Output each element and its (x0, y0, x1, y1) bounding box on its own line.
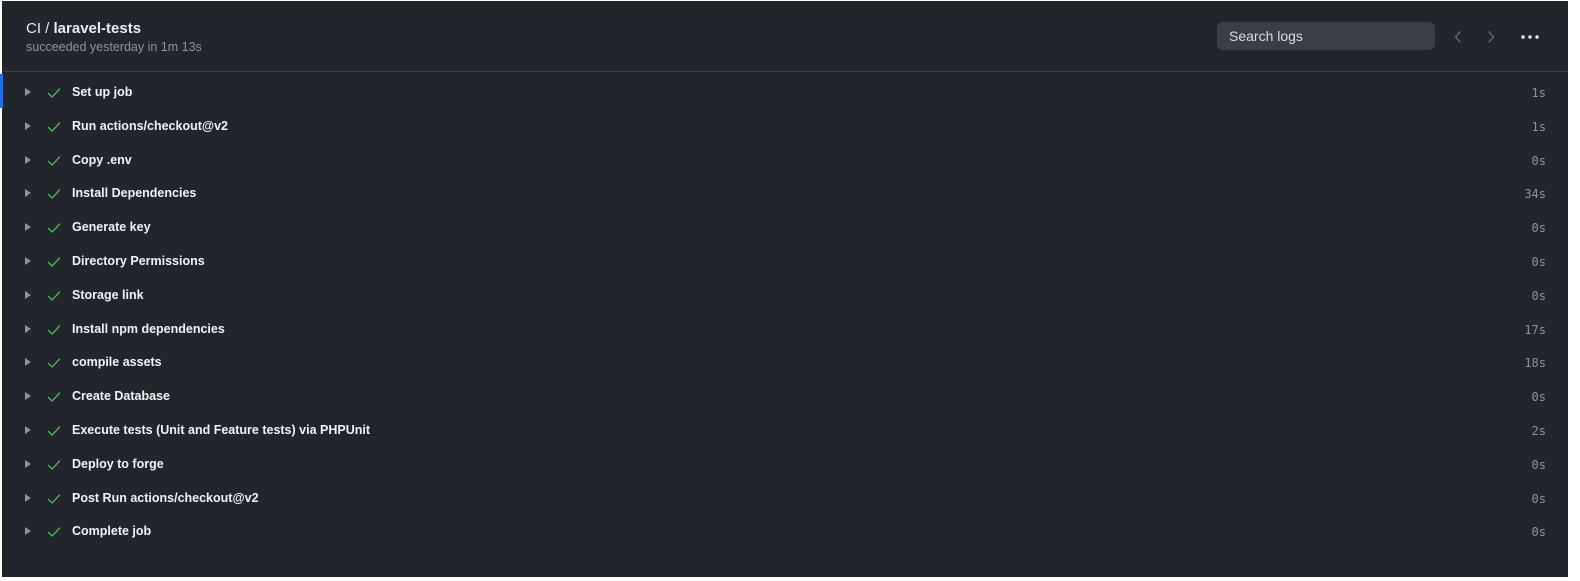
step-name: Storage link (72, 287, 144, 302)
step-name: compile assets (72, 355, 162, 370)
triangle-right-icon (25, 223, 31, 232)
step-name: Copy .env (72, 152, 132, 167)
search-logs-input[interactable] (1217, 22, 1435, 50)
check-icon (47, 189, 61, 200)
job-status-line: succeeded yesterday in 1m 13s (26, 40, 202, 54)
title-separator: / (41, 20, 54, 37)
triangle-right-icon (25, 493, 31, 502)
step-row[interactable]: Install Dependencies 34s (2, 177, 1568, 211)
step-duration: 0s (1531, 457, 1546, 472)
more-options-button[interactable] (1516, 26, 1544, 48)
chevron-right-icon (1488, 31, 1495, 43)
check-icon (47, 324, 61, 335)
step-duration: 0s (1531, 288, 1546, 303)
triangle-right-icon (25, 324, 31, 333)
step-name: Deploy to forge (72, 456, 164, 471)
step-name: Complete job (72, 524, 152, 539)
chevron-left-icon (1454, 31, 1461, 43)
triangle-right-icon (25, 121, 31, 130)
step-row[interactable]: Install npm dependencies 17s (2, 313, 1568, 347)
check-icon (47, 527, 61, 538)
step-row[interactable]: Copy .env 0s (2, 144, 1568, 178)
step-row[interactable]: Storage link 0s (2, 279, 1568, 313)
page-title: CI / laravel-tests (26, 20, 141, 37)
triangle-right-icon (25, 155, 31, 164)
step-name: Install npm dependencies (72, 321, 225, 336)
step-duration: 0s (1531, 221, 1546, 236)
next-match-button[interactable] (1481, 26, 1501, 48)
check-icon (47, 358, 61, 369)
check-icon (47, 122, 61, 132)
step-row[interactable]: Run actions/checkout@v2 1s (2, 110, 1568, 144)
kebab-horizontal-icon (1521, 35, 1539, 39)
check-icon (47, 392, 61, 402)
check-icon (47, 155, 61, 166)
step-duration: 0s (1531, 153, 1546, 168)
step-row[interactable]: Post Run actions/checkout@v2 0s (2, 482, 1568, 516)
workflow-name: CI (26, 20, 41, 37)
step-duration: 1s (1531, 86, 1546, 100)
check-icon (47, 223, 61, 233)
step-name: Install Dependencies (72, 186, 197, 201)
step-row[interactable]: Directory Permissions 0s (2, 245, 1568, 279)
check-icon (47, 460, 61, 470)
step-duration: 0s (1531, 491, 1546, 506)
step-name: Run actions/checkout@v2 (72, 118, 228, 133)
step-row[interactable]: Generate key 0s (2, 211, 1568, 245)
step-name: Create Database (72, 389, 170, 404)
step-row[interactable]: compile assets 18s (2, 346, 1568, 380)
triangle-right-icon (25, 290, 31, 299)
triangle-right-icon (25, 425, 31, 434)
step-row[interactable]: Deploy to forge 0s (2, 448, 1568, 482)
previous-match-button[interactable] (1448, 26, 1468, 48)
triangle-right-icon (25, 256, 31, 265)
job-header: CI / laravel-tests succeeded yesterday i… (2, 1, 1568, 72)
step-duration: 0s (1531, 390, 1546, 405)
triangle-right-icon (25, 189, 31, 198)
triangle-right-icon (25, 88, 31, 96)
step-row[interactable]: Set up job 1s (2, 76, 1568, 110)
triangle-right-icon (25, 392, 31, 401)
step-duration: 17s (1524, 322, 1546, 337)
step-duration: 0s (1531, 254, 1546, 269)
step-duration: 1s (1531, 119, 1546, 134)
job-name: laravel-tests (53, 20, 142, 37)
step-row[interactable]: Execute tests (Unit and Feature tests) v… (2, 414, 1568, 448)
step-name: Set up job (72, 85, 133, 99)
step-duration: 2s (1531, 423, 1546, 438)
step-name: Execute tests (Unit and Feature tests) v… (72, 422, 370, 437)
step-name: Directory Permissions (72, 253, 205, 268)
job-log-panel: CI / laravel-tests succeeded yesterday i… (0, 1, 1568, 577)
triangle-right-icon (25, 358, 31, 367)
steps-list: Set up job 1s Run actions/checkout@v2 1s… (2, 76, 1568, 549)
step-row[interactable]: Create Database 0s (2, 380, 1568, 414)
step-duration: 18s (1524, 356, 1546, 371)
step-name: Post Run actions/checkout@v2 (72, 490, 259, 505)
triangle-right-icon (25, 459, 31, 468)
check-icon (47, 493, 61, 504)
step-duration: 0s (1531, 525, 1546, 540)
check-icon (47, 291, 61, 301)
step-duration: 34s (1524, 187, 1546, 202)
triangle-right-icon (25, 527, 31, 536)
check-icon (47, 88, 61, 98)
step-row[interactable]: Complete job 0s (2, 515, 1568, 549)
check-icon (47, 257, 61, 267)
check-icon (47, 426, 61, 436)
step-name: Generate key (72, 220, 151, 235)
